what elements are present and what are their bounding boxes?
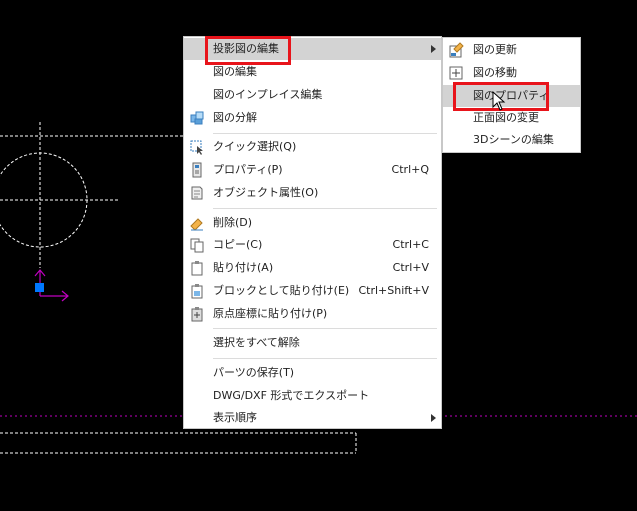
update-view-icon: [449, 42, 464, 58]
menu-item-display-order[interactable]: 表示順序: [184, 407, 441, 429]
submenu-item-update-view[interactable]: 図の更新: [443, 39, 580, 61]
menu-item-label: 図のインプレイス編集: [213, 88, 323, 101]
submenu-item-label: 図の移動: [473, 66, 517, 79]
paste-as-block-icon: [191, 284, 203, 299]
submenu-item-label: 3Dシーンの編集: [473, 133, 554, 146]
menu-item-label: DWG/DXF 形式でエクスポート: [213, 389, 370, 402]
origin-point-handle[interactable]: [35, 283, 44, 292]
mouse-cursor-icon: [492, 91, 506, 111]
menu-item-label: 図の分解: [213, 111, 257, 124]
menu-item-delete[interactable]: 削除(D): [184, 212, 441, 234]
menu-item-label: オブジェクト属性(O): [213, 186, 319, 199]
menu-item-properties[interactable]: プロパティ(P) Ctrl+Q: [184, 159, 441, 181]
menu-item-save-part[interactable]: パーツの保存(T): [184, 362, 441, 384]
menu-item-quick-select[interactable]: クイック選択(Q): [184, 136, 441, 158]
menu-item-label: 原点座標に貼り付け(P): [213, 307, 328, 320]
menu-item-explode-view[interactable]: 図の分解: [184, 107, 441, 129]
paste-icon: [191, 261, 203, 276]
copy-icon: [190, 238, 204, 253]
menu-item-copy[interactable]: コピー(C) Ctrl+C: [184, 234, 441, 256]
move-view-icon: [449, 66, 463, 80]
menu-item-paste[interactable]: 貼り付け(A) Ctrl+V: [184, 257, 441, 279]
menu-separator: [213, 328, 437, 329]
menu-item-shortcut: Ctrl+C: [392, 238, 429, 251]
menu-item-shortcut: Ctrl+Shift+V: [358, 284, 429, 297]
menu-item-label: ブロックとして貼り付け(E): [213, 284, 350, 297]
menu-separator: [213, 208, 437, 209]
submenu-item-label: 図の更新: [473, 43, 517, 56]
eraser-delete-icon: [190, 218, 203, 231]
menu-item-shortcut: Ctrl+V: [392, 261, 429, 274]
menu-item-label: プロパティ(P): [213, 163, 283, 176]
submenu-item-move-view[interactable]: 図の移動: [443, 62, 580, 84]
object-attribute-icon: [191, 186, 203, 200]
submenu-item-edit-3d-scene[interactable]: 3Dシーンの編集: [443, 129, 580, 151]
paste-at-origin-icon: [191, 307, 203, 322]
submenu-item-label: 正面図の変更: [473, 111, 539, 124]
annotation-highlight-box: [205, 36, 291, 65]
menu-item-export-dwg-dxf[interactable]: DWG/DXF 形式でエクスポート: [184, 385, 441, 407]
menu-item-paste-at-origin[interactable]: 原点座標に貼り付け(P): [184, 303, 441, 325]
menu-item-label: 削除(D): [213, 216, 253, 229]
menu-item-paste-as-block[interactable]: ブロックとして貼り付け(E) Ctrl+Shift+V: [184, 280, 441, 302]
dashed-circle[interactable]: [0, 152, 88, 248]
menu-item-label: クイック選択(Q): [213, 140, 297, 153]
menu-item-deselect-all[interactable]: 選択をすべて解除: [184, 332, 441, 354]
menu-item-label: 図の編集: [213, 65, 257, 78]
menu-item-label: 表示順序: [213, 411, 257, 424]
quick-select-icon: [190, 140, 203, 155]
submenu-arrow-icon: [431, 414, 436, 422]
explode-icon: [190, 111, 204, 125]
menu-separator: [213, 133, 437, 134]
menu-separator: [213, 358, 437, 359]
menu-item-label: 貼り付け(A): [213, 261, 274, 274]
menu-item-label: 選択をすべて解除: [213, 336, 300, 349]
menu-item-label: コピー(C): [213, 238, 263, 251]
properties-icon: [192, 162, 202, 178]
menu-item-label: パーツの保存(T): [213, 366, 295, 379]
menu-item-shortcut: Ctrl+Q: [391, 163, 429, 176]
submenu-arrow-icon: [431, 45, 436, 53]
context-menu: 投影図の編集 図の編集 図のインプレイス編集 図の分解 クイック選択(Q) プロ…: [183, 36, 442, 429]
menu-item-object-attribute[interactable]: オブジェクト属性(O): [184, 182, 441, 204]
menu-item-inplace-edit-view[interactable]: 図のインプレイス編集: [184, 84, 441, 106]
